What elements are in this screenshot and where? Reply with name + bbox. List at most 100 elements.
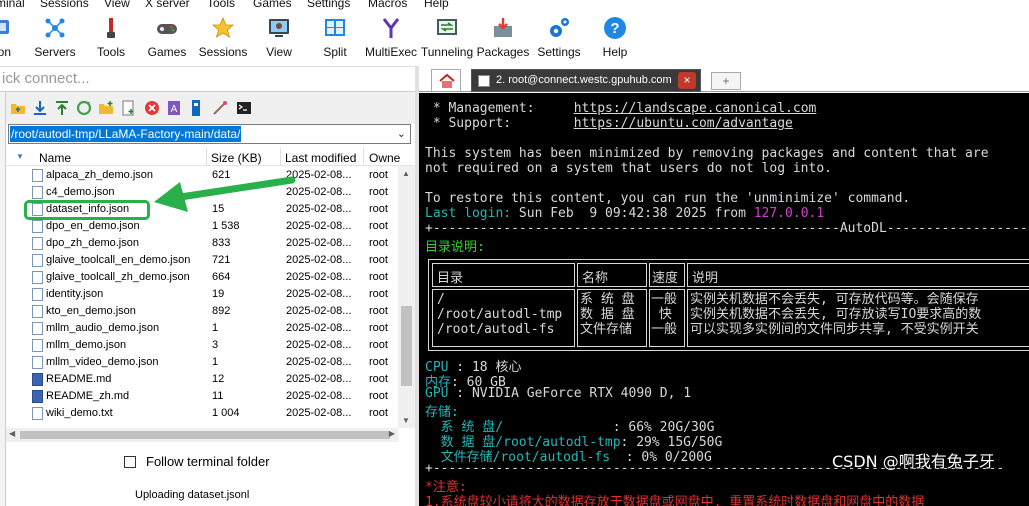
- servers-button[interactable]: Servers: [27, 11, 83, 65]
- parent-folder-icon[interactable]: [10, 100, 26, 116]
- scrollbar-thumb[interactable]: [20, 431, 390, 439]
- upload-icon[interactable]: [54, 100, 70, 116]
- scrollbar-thumb[interactable]: [401, 306, 412, 386]
- horizontal-scrollbar[interactable]: ◀ ▶: [6, 428, 398, 442]
- session-button[interactable]: sion: [0, 11, 28, 65]
- new-tab-button[interactable]: +: [711, 72, 741, 90]
- terminal-icon[interactable]: [236, 100, 252, 116]
- servers-icon: [45, 18, 65, 38]
- file-icon: [32, 322, 43, 335]
- table-row[interactable]: dpo_zh_demo.json 833 2025-02-08... root: [6, 235, 398, 252]
- table-row[interactable]: mllm_video_demo.json 1 2025-02-08... root: [6, 354, 398, 371]
- packages-button[interactable]: Packages: [475, 11, 531, 65]
- watermark: CSDN @啊我有兔子牙: [832, 452, 995, 471]
- menu-terminal[interactable]: minal: [0, 0, 25, 10]
- file-owner: root: [369, 356, 388, 368]
- terminal-line: * Management: https://landscape.canonica…: [425, 101, 817, 116]
- tools-icon: [107, 18, 115, 38]
- new-file-icon[interactable]: [120, 100, 136, 116]
- magic-wand-icon[interactable]: [212, 100, 228, 116]
- view-button[interactable]: View: [251, 11, 307, 65]
- close-icon[interactable]: ×: [678, 72, 696, 89]
- table-row[interactable]: identity.json 19 2025-02-08... root: [6, 286, 398, 303]
- column-separator[interactable]: [363, 148, 364, 166]
- terminal-line: +---------------------------------------…: [425, 221, 1028, 236]
- terminal-line: not required on a system that users do n…: [425, 161, 832, 176]
- scroll-up-arrow-icon[interactable]: ▲: [402, 169, 410, 178]
- scroll-left-arrow-icon[interactable]: ◀: [9, 429, 15, 438]
- file-modified: 2025-02-08...: [286, 339, 352, 351]
- table-row[interactable]: glaive_toolcall_en_demo.json 721 2025-02-0…: [6, 252, 398, 269]
- new-folder-icon[interactable]: [98, 100, 114, 116]
- quick-connect-input[interactable]: ick connect...: [0, 66, 415, 92]
- column-size[interactable]: Size (KB): [211, 151, 262, 165]
- column-name[interactable]: Name: [39, 151, 71, 165]
- file-owner: root: [369, 169, 388, 181]
- column-separator[interactable]: [206, 148, 207, 166]
- menu-xserver[interactable]: X server: [145, 0, 190, 10]
- scroll-right-arrow-icon[interactable]: ▶: [389, 429, 395, 438]
- multiexec-button[interactable]: MultiExec: [363, 11, 419, 65]
- games-icon: [157, 24, 177, 34]
- file-size: 1 004: [212, 407, 240, 419]
- table-row[interactable]: kto_en_demo.json 892 2025-02-08... root: [6, 303, 398, 320]
- vertical-scrollbar[interactable]: ▲ ▼: [398, 166, 415, 428]
- menu-view[interactable]: View: [104, 0, 130, 10]
- help-button[interactable]: ? Help: [587, 11, 643, 65]
- star-icon: [211, 16, 235, 38]
- support-link[interactable]: https://ubuntu.com/advantage: [574, 116, 793, 131]
- refresh-icon[interactable]: [76, 100, 92, 116]
- upload-status: Uploading dataset.jsonl: [135, 489, 250, 501]
- file-owner: root: [369, 322, 388, 334]
- management-link[interactable]: https://landscape.canonical.com: [574, 101, 817, 116]
- table-row[interactable]: dpo_en_demo.json 1 538 2025-02-08... root: [6, 218, 398, 235]
- scroll-down-arrow-icon[interactable]: ▼: [402, 416, 410, 425]
- menu-settings[interactable]: Settings: [307, 0, 350, 10]
- table-row[interactable]: README_zh.md 11 2025-02-08... root: [6, 388, 398, 405]
- file-icon: [32, 220, 43, 233]
- file-name: mllm_video_demo.json: [46, 356, 159, 368]
- help-icon: ?: [604, 17, 626, 39]
- column-modified[interactable]: Last modified: [285, 151, 356, 165]
- follow-terminal-label: Follow terminal folder: [146, 454, 270, 469]
- menu-help[interactable]: Help: [424, 0, 449, 10]
- menu-sessions[interactable]: Sessions: [40, 0, 89, 10]
- table-row[interactable]: wiki_demo.txt 1 004 2025-02-08... root: [6, 405, 398, 422]
- path-input[interactable]: /root/autodl-tmp/LLaMA-Factory-main/data…: [8, 124, 411, 144]
- checkbox-box[interactable]: [124, 456, 136, 468]
- file-icon: [32, 169, 43, 182]
- file-modified: 2025-02-08...: [286, 237, 352, 249]
- table-header: 名称: [577, 263, 647, 287]
- split-button[interactable]: Split: [307, 11, 363, 65]
- delete-icon[interactable]: [144, 100, 160, 116]
- games-button[interactable]: Games: [139, 11, 195, 65]
- home-tab[interactable]: [431, 69, 461, 91]
- table-row[interactable]: README.md 12 2025-02-08... root: [6, 371, 398, 388]
- sessions-button[interactable]: Sessions: [195, 11, 251, 65]
- file-icon: [32, 288, 43, 301]
- settings-button[interactable]: Settings: [531, 11, 587, 65]
- menu-macros[interactable]: Macros: [368, 0, 407, 10]
- column-separator[interactable]: [280, 148, 281, 166]
- permissions-icon[interactable]: [188, 100, 204, 116]
- download-icon[interactable]: [32, 100, 48, 116]
- table-cell: / /root/autodl-tmp /root/autodl-fs: [432, 289, 575, 347]
- file-size: 721: [212, 254, 231, 266]
- file-owner: root: [369, 220, 388, 232]
- quick-connect-placeholder: ick connect...: [2, 70, 90, 87]
- table-row[interactable]: glaive_toolcall_zh_demo.json 664 2025-02-0…: [6, 269, 398, 286]
- file-icon: [32, 271, 43, 284]
- menu-bar: minal Sessions View X server Tools Games…: [0, 0, 1029, 11]
- tunneling-button[interactable]: Tunneling: [419, 11, 475, 65]
- menu-tools[interactable]: Tools: [207, 0, 235, 10]
- menu-games[interactable]: Games: [253, 0, 292, 10]
- terminal-output[interactable]: * Management: https://landscape.canonica…: [419, 93, 1029, 506]
- tab-session-2[interactable]: 2. root@connect.westc.gpuhub.com ×: [471, 69, 701, 92]
- rename-icon[interactable]: A: [166, 100, 182, 116]
- column-owner[interactable]: Owne: [369, 151, 400, 165]
- table-row[interactable]: mllm_audio_demo.json 1 2025-02-08... root: [6, 320, 398, 337]
- packages-icon: [494, 18, 512, 37]
- table-row[interactable]: mllm_demo.json 3 2025-02-08... root: [6, 337, 398, 354]
- chevron-down-icon[interactable]: ⌄: [397, 127, 406, 140]
- tools-button[interactable]: Tools: [83, 11, 139, 65]
